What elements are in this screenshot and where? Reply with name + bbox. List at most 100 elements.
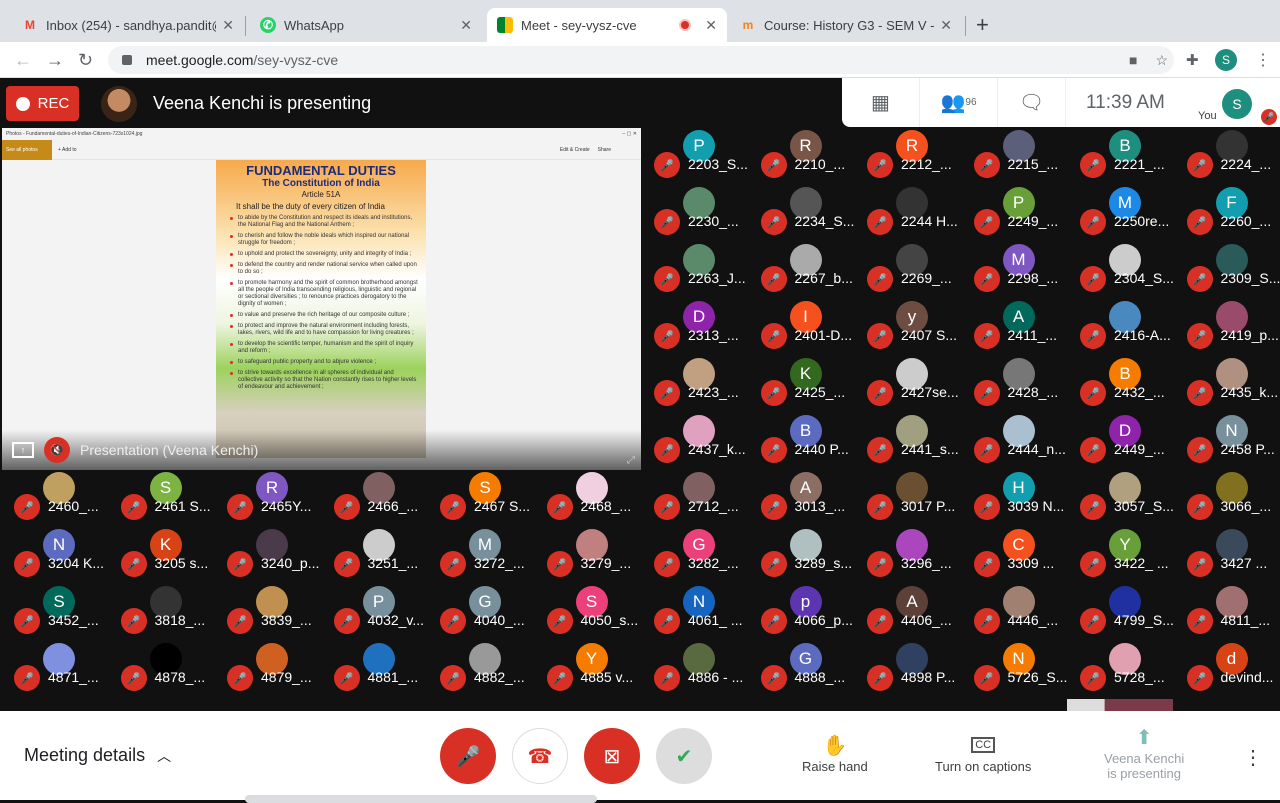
participant-tile[interactable]: 🎤2234_S... <box>753 185 859 242</box>
extensions-puzzle-icon[interactable]: ✚ <box>1186 51 1199 69</box>
participant-tile[interactable]: I🎤2401-D... <box>753 299 859 356</box>
participant-tile[interactable]: 🎤4882_... <box>432 641 538 698</box>
participant-tile[interactable]: M🎤2298_... <box>966 242 1072 299</box>
participant-tile[interactable]: 🎤4446_... <box>966 584 1072 641</box>
participant-tile[interactable]: 🎤2466_... <box>326 470 432 527</box>
browser-menu-icon[interactable]: ⋮ <box>1255 50 1271 70</box>
participant-tile[interactable]: 🎤4871_... <box>6 641 112 698</box>
participant-tile[interactable]: B🎤2221_... <box>1072 128 1178 185</box>
participant-tile[interactable]: 🎤2441_s... <box>859 413 965 470</box>
participant-tile[interactable]: 🎤2427se... <box>859 356 965 413</box>
leave-call-button[interactable]: ☎ <box>512 728 568 784</box>
participant-tile[interactable]: B🎤2432_... <box>1072 356 1178 413</box>
participant-tile[interactable]: N🎤4061_ ... <box>646 584 752 641</box>
presentation-tile[interactable]: Photos - Fundamental-duties-of-Indian-Ci… <box>2 128 641 470</box>
participant-tile[interactable]: 🎤2416-A... <box>1072 299 1178 356</box>
participant-tile[interactable]: K🎤2425_... <box>753 356 859 413</box>
share-screen-icon[interactable]: ↑ <box>12 442 34 458</box>
participant-tile[interactable]: 🎤4878_... <box>113 641 219 698</box>
participant-tile[interactable]: R🎤2212_... <box>859 128 965 185</box>
participant-tile[interactable]: 🎤4799_S... <box>1072 584 1178 641</box>
participant-tile[interactable]: N🎤2458 P... <box>1179 413 1280 470</box>
participant-tile[interactable]: 🎤3296_... <box>859 527 965 584</box>
tab-gmail[interactable]: M Inbox (254) - sandhya.pandit@ ✕ <box>12 8 244 42</box>
chat-button[interactable]: 🗨 <box>998 78 1066 127</box>
participant-tile[interactable]: P🎤4032_v... <box>326 584 432 641</box>
expand-icon[interactable]: ⤢ <box>627 455 635 466</box>
participant-tile[interactable]: K🎤3205 s... <box>113 527 219 584</box>
participant-tile[interactable]: R🎤2210_... <box>753 128 859 185</box>
participant-tile[interactable]: S🎤4050_s... <box>539 584 645 641</box>
participant-tile[interactable]: D🎤2449_... <box>1072 413 1178 470</box>
participants-button[interactable]: 👥96 <box>920 78 998 127</box>
close-tab-icon[interactable]: ✕ <box>940 17 952 34</box>
participant-tile[interactable]: 🎤2419_p... <box>1179 299 1280 356</box>
bookmark-star-icon[interactable]: ☆ <box>1155 52 1168 69</box>
participant-tile[interactable]: 🎤4881_... <box>326 641 432 698</box>
participant-tile[interactable]: F🎤2260_... <box>1179 185 1280 242</box>
participant-tile[interactable]: G🎤3282_... <box>646 527 752 584</box>
participant-tile[interactable]: N🎤3204 K... <box>6 527 112 584</box>
participant-tile[interactable]: D🎤2313_... <box>646 299 752 356</box>
participant-tile[interactable]: S🎤2461 S... <box>113 470 219 527</box>
participant-tile[interactable]: 🎤2423_... <box>646 356 752 413</box>
participant-tile[interactable]: C🎤3309 ... <box>966 527 1072 584</box>
captions-button[interactable]: CCTurn on captions <box>935 733 1031 774</box>
forward-icon[interactable]: → <box>46 50 64 71</box>
participant-tile[interactable]: Y🎤3422_ ... <box>1072 527 1178 584</box>
participant-tile[interactable]: 🎤2215_... <box>966 128 1072 185</box>
participant-tile[interactable]: 🎤2263_J... <box>646 242 752 299</box>
participant-tile[interactable]: 🎤2435_k... <box>1179 356 1280 413</box>
participant-tile[interactable]: R🎤2465Y... <box>219 470 325 527</box>
participant-tile[interactable]: 🎤3017 P... <box>859 470 965 527</box>
participant-tile[interactable]: 🎤3427 ... <box>1179 527 1280 584</box>
participant-tile[interactable]: 🎤3240_p... <box>219 527 325 584</box>
participant-tile[interactable]: G🎤4888_... <box>753 641 859 698</box>
participant-tile[interactable]: A🎤4406_... <box>859 584 965 641</box>
participant-tile[interactable]: 🎤4811_... <box>1179 584 1280 641</box>
participant-tile[interactable]: 🎤3818_... <box>113 584 219 641</box>
participant-tile[interactable]: 🎤3251_... <box>326 527 432 584</box>
participant-tile[interactable]: 🎤2468_... <box>539 470 645 527</box>
participant-tile[interactable]: G🎤4040_... <box>432 584 538 641</box>
participant-tile[interactable]: 🎤2304_S... <box>1072 242 1178 299</box>
participant-tile[interactable]: 🎤2244 H... <box>859 185 965 242</box>
participant-tile[interactable]: 🎤3066_... <box>1179 470 1280 527</box>
meeting-details-button[interactable]: Meeting details︿ <box>24 745 171 766</box>
participant-tile[interactable]: y🎤2407 S... <box>859 299 965 356</box>
address-bar[interactable]: meet.google.com/sey-vysz-cve <box>108 46 1174 74</box>
participant-tile[interactable]: Y🎤4885 v... <box>539 641 645 698</box>
participant-tile[interactable]: p🎤4066_p... <box>753 584 859 641</box>
participant-tile[interactable]: P🎤2203_S... <box>646 128 752 185</box>
participant-tile[interactable]: 🎤5728_... <box>1072 641 1178 698</box>
camera-toggle-button[interactable]: ⊠ <box>584 728 640 784</box>
participant-tile[interactable]: S🎤3452_... <box>6 584 112 641</box>
participant-tile[interactable]: H🎤3039 N... <box>966 470 1072 527</box>
scrollbar[interactable] <box>245 795 597 803</box>
participant-tile[interactable]: 🎤2428_... <box>966 356 1072 413</box>
close-tab-icon[interactable]: ✕ <box>460 17 472 34</box>
layout-grid-button[interactable]: ▦ <box>842 78 920 127</box>
raise-hand-button[interactable]: ✋Raise hand <box>802 733 868 774</box>
participant-tile[interactable]: A🎤3013_... <box>753 470 859 527</box>
participant-tile[interactable]: 🎤2309_S... <box>1179 242 1280 299</box>
participant-tile[interactable]: 🎤4898 P... <box>859 641 965 698</box>
participant-tile[interactable]: M🎤3272_... <box>432 527 538 584</box>
present-now-button[interactable]: ⬆Veena Kenchiis presenting <box>1104 725 1184 781</box>
camera-permission-icon[interactable]: ■ <box>1129 52 1137 69</box>
participant-tile[interactable]: 🎤2712_... <box>646 470 752 527</box>
tab-whatsapp[interactable]: ✆ WhatsApp ✕ <box>250 8 482 42</box>
microphone-toggle-button[interactable]: 🎤 <box>440 728 496 784</box>
participant-tile[interactable]: d🎤devind... <box>1179 641 1280 698</box>
participant-tile[interactable]: P🎤2249_... <box>966 185 1072 242</box>
close-tab-icon[interactable]: ✕ <box>705 17 717 34</box>
tab-course[interactable]: m Course: History G3 - SEM V - I ✕ <box>730 8 962 42</box>
participant-tile[interactable]: 🎤4879_... <box>219 641 325 698</box>
participant-tile[interactable]: 🎤2437_k... <box>646 413 752 470</box>
participant-tile[interactable]: 🎤2267_b... <box>753 242 859 299</box>
participant-tile[interactable]: 🎤4886 - ... <box>646 641 752 698</box>
extension-check-button[interactable]: ✔ <box>656 728 712 784</box>
tab-meet[interactable]: Meet - sey-vysz-cve ✕ <box>487 8 727 42</box>
participant-tile[interactable]: N🎤5726_S... <box>966 641 1072 698</box>
participant-tile[interactable]: S🎤2467 S... <box>432 470 538 527</box>
